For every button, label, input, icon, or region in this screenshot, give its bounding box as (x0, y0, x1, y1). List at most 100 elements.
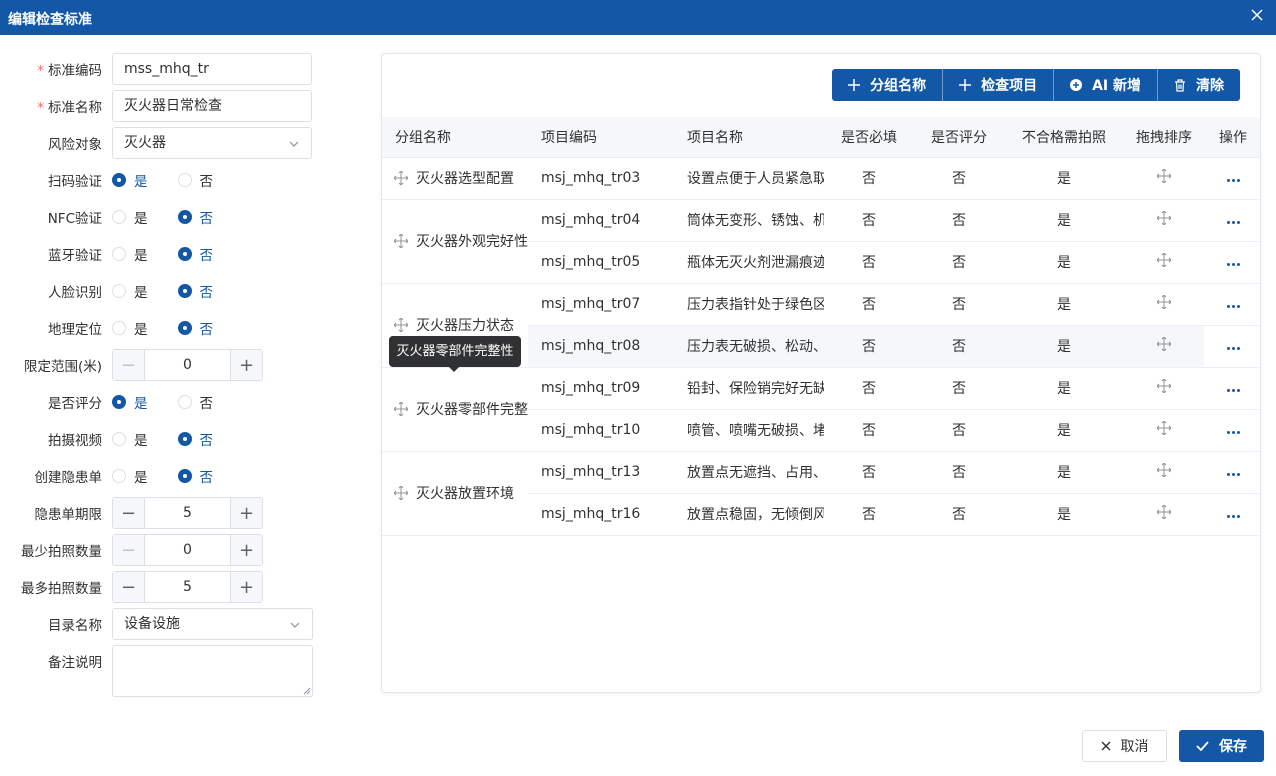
group-cell[interactable]: 灭火器放置环境 (382, 451, 528, 536)
move-icon[interactable] (1156, 168, 1172, 184)
bt-verify-no-radio[interactable]: 否 (177, 244, 213, 264)
drag-cell[interactable] (1124, 199, 1204, 242)
risk-object-select[interactable]: 灭火器 (112, 127, 312, 159)
drag-cell[interactable] (1124, 451, 1204, 494)
ellipsis-icon[interactable] (1226, 221, 1240, 224)
max-photos-value[interactable]: 5 (145, 572, 230, 602)
clear-button[interactable]: 清除 (1158, 69, 1240, 101)
ellipsis-icon[interactable] (1226, 431, 1240, 434)
move-icon[interactable] (1156, 462, 1172, 478)
actions-cell[interactable] (1204, 451, 1260, 494)
group-cell[interactable]: 灭火器选型配置 (382, 157, 528, 200)
save-button[interactable]: 保存 (1179, 730, 1264, 762)
group-cell[interactable]: 灭火器外观完好性 (382, 199, 528, 284)
create-hazard-no-radio[interactable]: 否 (177, 466, 213, 486)
actions-cell[interactable] (1204, 409, 1260, 452)
nfc-verify-yes-radio[interactable]: 是 (112, 207, 148, 227)
move-icon[interactable] (1156, 252, 1172, 268)
item-name-cell: 瓶体无灭火剂泄漏痕迹 (674, 241, 824, 284)
need-score-radio-group: 是 否 (112, 386, 243, 418)
col-header-drag: 拖拽排序 (1124, 117, 1204, 158)
risk-object-label: 风险对象 (48, 137, 102, 153)
move-icon[interactable] (1156, 504, 1172, 520)
score-cell: 否 (914, 241, 1004, 284)
hazard-deadline-increase-button[interactable]: + (230, 498, 262, 528)
move-icon[interactable] (1156, 336, 1172, 352)
scan-verify-no-radio[interactable]: 否 (177, 170, 213, 190)
ellipsis-icon[interactable] (1226, 347, 1240, 350)
geo-verify-yes-radio[interactable]: 是 (112, 318, 148, 338)
actions-cell[interactable] (1204, 283, 1260, 326)
ellipsis-icon[interactable] (1226, 389, 1240, 392)
max-photos-increase-button[interactable]: + (230, 572, 262, 602)
add-group-button[interactable]: 分组名称 (832, 69, 944, 101)
min-photos-increase-button[interactable]: + (230, 535, 262, 565)
need-score-yes-radio[interactable]: 是 (112, 392, 148, 412)
move-icon[interactable] (1156, 210, 1172, 226)
trash-icon (1175, 78, 1185, 92)
actions-cell[interactable] (1204, 325, 1260, 368)
range-limit-increase-button[interactable]: + (230, 350, 262, 380)
actions-cell[interactable] (1204, 241, 1260, 284)
ellipsis-icon[interactable] (1226, 263, 1240, 266)
nfc-verify-no-radio[interactable]: 否 (177, 207, 213, 227)
score-cell: 否 (914, 157, 1004, 200)
add-check-item-button[interactable]: 检查项目 (943, 69, 1055, 101)
check-items-panel: 分组名称 检查项目 AI 新增 清除 分组名称 项目编码 项目名称 是否必填 是… (381, 53, 1261, 693)
face-verify-no-radio[interactable]: 否 (177, 281, 213, 301)
need-score-no-radio[interactable]: 否 (177, 392, 213, 412)
ellipsis-icon[interactable] (1226, 473, 1240, 476)
move-icon[interactable] (394, 171, 408, 185)
range-limit-value[interactable]: 0 (145, 350, 230, 380)
ellipsis-icon[interactable] (1226, 515, 1240, 518)
move-icon[interactable] (394, 486, 408, 500)
item-code-cell: msj_mhq_tr10 (528, 409, 674, 452)
cancel-button[interactable]: 取消 (1082, 730, 1167, 762)
drag-cell[interactable] (1124, 493, 1204, 536)
catalog-select[interactable]: 设备设施 (112, 608, 313, 640)
hazard-deadline-value[interactable]: 5 (145, 498, 230, 528)
drag-cell[interactable] (1124, 241, 1204, 284)
move-icon[interactable] (1156, 420, 1172, 436)
ai-add-button[interactable]: AI 新增 (1054, 69, 1158, 101)
close-icon[interactable] (1250, 8, 1264, 22)
max-photos-decrease-button[interactable]: − (113, 572, 145, 602)
ellipsis-icon[interactable] (1226, 305, 1240, 308)
record-video-yes-radio[interactable]: 是 (112, 429, 148, 449)
move-icon[interactable] (394, 318, 408, 332)
drag-cell[interactable] (1124, 409, 1204, 452)
std-name-label: * 标准名称 (37, 100, 102, 116)
drag-cell[interactable] (1124, 283, 1204, 326)
move-icon[interactable] (1156, 378, 1172, 394)
std-name-input[interactable]: 灭火器日常检查 (112, 90, 312, 122)
geo-verify-no-radio[interactable]: 否 (177, 318, 213, 338)
face-verify-yes-radio[interactable]: 是 (112, 281, 148, 301)
drag-cell[interactable] (1124, 157, 1204, 200)
drag-cell[interactable] (1124, 367, 1204, 410)
create-hazard-yes-radio[interactable]: 是 (112, 466, 148, 486)
required-cell: 否 (824, 367, 914, 410)
move-icon[interactable] (394, 234, 408, 248)
actions-cell[interactable] (1204, 157, 1260, 200)
min-photos-decrease-button[interactable]: − (113, 535, 145, 565)
actions-cell[interactable] (1204, 367, 1260, 410)
drag-cell[interactable] (1124, 325, 1204, 368)
ellipsis-icon[interactable] (1226, 179, 1240, 182)
photo-cell: 是 (1004, 199, 1124, 242)
plus-icon (848, 79, 861, 91)
group-cell[interactable]: 灭火器零部件完整性 (382, 367, 528, 452)
hazard-deadline-decrease-button[interactable]: − (113, 498, 145, 528)
move-icon[interactable] (394, 402, 408, 416)
move-icon[interactable] (1156, 294, 1172, 310)
remark-textarea[interactable] (112, 645, 313, 697)
scan-verify-yes-radio[interactable]: 是 (112, 170, 148, 190)
record-video-no-radio[interactable]: 否 (177, 429, 213, 449)
resize-handle-icon[interactable] (303, 687, 311, 695)
bt-verify-yes-radio[interactable]: 是 (112, 244, 148, 264)
required-cell: 否 (824, 199, 914, 242)
range-limit-decrease-button[interactable]: − (113, 350, 145, 380)
actions-cell[interactable] (1204, 493, 1260, 536)
actions-cell[interactable] (1204, 199, 1260, 242)
min-photos-value[interactable]: 0 (145, 535, 230, 565)
std-code-input[interactable]: mss_mhq_tr (112, 53, 312, 85)
